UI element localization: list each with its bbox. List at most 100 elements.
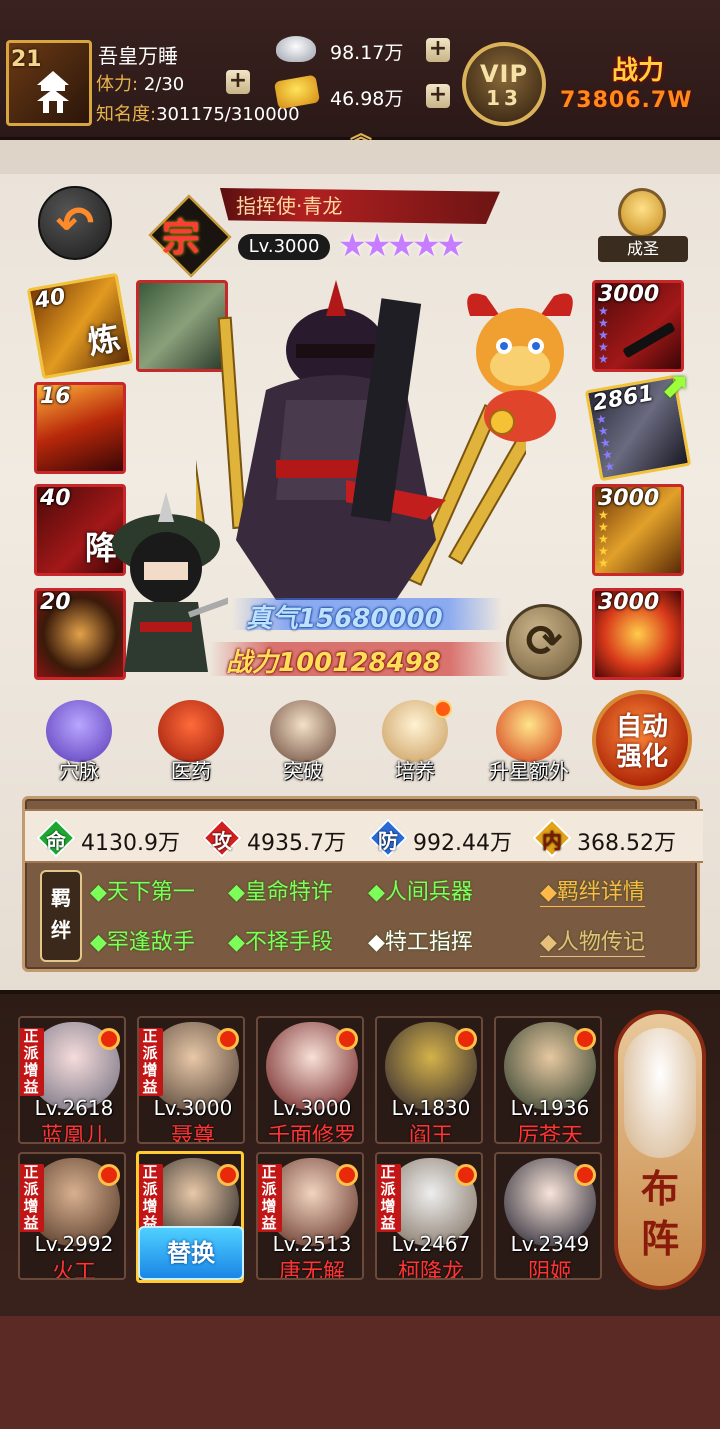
faction-badge: 正派增益 — [139, 1028, 163, 1096]
dragon-slot[interactable]: 3000 — [592, 588, 684, 680]
member-name: 柯降龙 — [397, 1260, 464, 1280]
refine-icon: 炼 — [84, 318, 123, 362]
hero-stars: ★★★★★ — [338, 226, 465, 264]
stats-row: 命 4130.9万 攻 4935.7万 防 992.44万 内 368.52万 — [25, 809, 703, 863]
fame-value: 301175/310000 — [156, 104, 300, 125]
vip-badge[interactable]: VIP 13 — [462, 42, 546, 126]
team-member-card[interactable]: 正派增益 Lv.2992 火工 — [18, 1152, 126, 1280]
team-member-card[interactable]: Lv.1830 阎王 — [375, 1016, 483, 1144]
bond-tag: ◆人间兵器 — [368, 880, 473, 905]
member-name: 千面修罗 — [267, 1124, 356, 1144]
auto-strengthen-button[interactable]: 自动 强化 — [592, 690, 692, 790]
member-level: Lv.2467 — [391, 1232, 471, 1256]
bond-tag: ◆天下第一 — [90, 880, 195, 905]
team-member-card[interactable]: 正派增益 Lv.2513 唐无解 — [256, 1152, 364, 1280]
formation-portrait — [624, 1028, 696, 1158]
upgrade-arrow-icon: ⬈ — [660, 366, 689, 406]
biography-link[interactable]: ◆人物传记 — [540, 924, 645, 957]
refresh-button[interactable]: ⟳ — [506, 604, 582, 680]
gold-ingot-icon — [273, 74, 321, 110]
bond-tag: ◆不择手段 — [228, 930, 333, 955]
meridian-button[interactable]: 穴脉 — [38, 700, 120, 784]
team-member-card[interactable]: Lv.2349 阴姬 — [494, 1152, 602, 1280]
formation-button[interactable]: 布阵 — [614, 1010, 706, 1290]
rank-badge[interactable]: 成圣 — [598, 188, 688, 268]
member-level: Lv.3000 — [153, 1096, 233, 1120]
member-level: Lv.2618 — [34, 1096, 114, 1120]
stat-glyph: 内 — [542, 829, 562, 853]
gold-amount: 46.98万 — [330, 88, 404, 110]
hero-power-value: 战力100128498 — [226, 648, 441, 678]
team-member-card[interactable]: Lv.3000 千面修罗 — [256, 1016, 364, 1144]
stat-value: 4935.7万 — [247, 831, 346, 856]
team-member-card[interactable]: 正派增益 Lv.3000 聂尊 — [137, 1016, 245, 1144]
bond-details-link[interactable]: ◆羁绊详情 — [540, 874, 645, 907]
meridian-label: 穴脉 — [59, 759, 99, 783]
member-name: 厉苍天 — [516, 1124, 583, 1144]
add-gold-button[interactable]: + — [426, 84, 450, 108]
member-level: Lv.2513 — [272, 1232, 352, 1256]
weapon-icon — [623, 322, 675, 358]
slot-count: 3000 — [598, 590, 660, 615]
star-up-button[interactable]: 升星额外 — [488, 700, 570, 784]
team-member-card[interactable]: 正派增益 Lv.2618 蓝凰儿 — [18, 1016, 126, 1144]
faction-badge: 正派增益 — [20, 1164, 44, 1232]
silver-icon — [276, 36, 316, 62]
bond-label-text: 羁绊 — [51, 886, 71, 942]
notification-dot — [434, 700, 452, 718]
faction-badge: 正派增益 — [258, 1164, 282, 1232]
star-column: ★ ★ ★ ★ ★ — [594, 411, 617, 475]
zhenqi-value: 真气15680000 — [246, 604, 443, 634]
member-name: 唐无解 — [278, 1260, 345, 1280]
bond-tag: ◆皇命特许 — [228, 880, 333, 905]
add-stamina-button[interactable]: + — [226, 70, 250, 94]
train-label: 培养 — [395, 759, 435, 783]
stamina: 体力: 2/30 — [96, 70, 184, 96]
fame-label: 知名度: — [96, 104, 157, 125]
notification-dot — [217, 1028, 239, 1050]
stat-value: 368.52万 — [577, 831, 676, 856]
vip-level: 13 — [486, 86, 522, 110]
power-value: 73806.7W — [560, 88, 693, 113]
medicine-icon — [158, 700, 224, 762]
replace-button[interactable]: 替换 — [138, 1226, 244, 1280]
stamina-label: 体力: — [96, 74, 139, 95]
slot-count: 40 — [40, 486, 71, 511]
player-avatar[interactable]: 21 — [6, 40, 92, 126]
buddha-medal-icon — [618, 188, 666, 238]
bond-tag: ◆特工指挥 — [368, 930, 473, 955]
faction-badge: 正派增益 — [139, 1164, 163, 1232]
train-button[interactable]: 培养 — [374, 700, 456, 784]
auto-line1: 自动 — [615, 712, 668, 742]
hero-title: 指挥使·青龙 — [236, 194, 343, 218]
top-bar: 21 吾皇万睡 体力: 2/30 + 知名度:301175/310000 98.… — [0, 0, 720, 147]
notification-dot — [455, 1028, 477, 1050]
refresh-icon: ⟳ — [525, 616, 563, 667]
breakthrough-button[interactable]: 突破 — [262, 700, 344, 784]
member-name: 聂尊 — [170, 1124, 215, 1144]
team-member-card[interactable]: 正派增益 Lv.2467 柯降龙 — [375, 1152, 483, 1280]
add-silver-button[interactable]: + — [426, 38, 450, 62]
stat-glyph: 防 — [378, 829, 398, 853]
member-name: 阎王 — [408, 1124, 453, 1144]
team-member-card[interactable]: Lv.1936 厉苍天 — [494, 1016, 602, 1144]
zhenqi-bar: 真气15680000 — [232, 598, 502, 634]
member-level: Lv.1936 — [510, 1096, 590, 1120]
notification-dot — [217, 1164, 239, 1186]
slot-count: 20 — [40, 590, 71, 615]
notification-dot — [574, 1164, 596, 1186]
footer-pattern — [0, 1316, 720, 1429]
refine-slot[interactable]: 40 炼 — [26, 272, 134, 380]
hero-power-bar: 战力100128498 — [210, 642, 510, 678]
stamina-value: 2/30 — [143, 74, 185, 95]
medicine-button[interactable]: 医药 — [150, 700, 232, 784]
notification-dot — [455, 1164, 477, 1186]
notification-dot — [336, 1028, 358, 1050]
notification-dot — [98, 1164, 120, 1186]
notification-dot — [98, 1028, 120, 1050]
back-button[interactable]: ↶ — [38, 186, 112, 260]
skill-slot[interactable]: 16 — [34, 382, 126, 474]
treasure-slot[interactable]: 3000 ★ ★ ★ ★ ★ — [592, 484, 684, 576]
weapon-slot[interactable]: 3000 ★ ★ ★ ★ ★ — [592, 280, 684, 372]
vip-label: VIP — [479, 60, 529, 88]
